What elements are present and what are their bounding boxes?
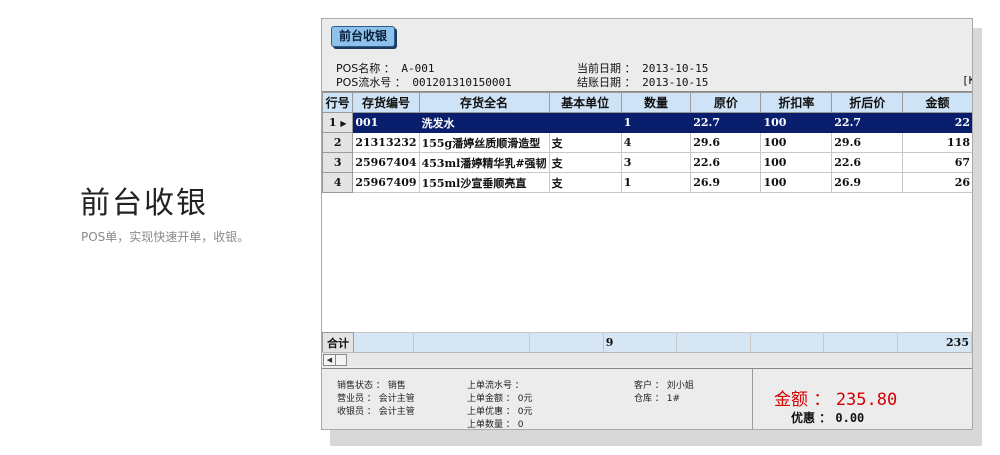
totals-empty	[823, 332, 898, 353]
settle-date-value: 2013-10-15	[642, 76, 709, 89]
cell-code[interactable]: 25967404	[352, 152, 420, 173]
header-price[interactable]: 原价	[690, 92, 762, 113]
right-marker: [K	[962, 74, 972, 87]
totals-qty: 9	[602, 332, 678, 353]
cashier: 收银员 ： 会计主管	[337, 407, 415, 417]
cell-discounted-price[interactable]: 29.6	[831, 132, 904, 153]
footer-panel: 销售状态 ： 销售 营业员 ： 会计主管 收银员 ： 会计主管 上单流水号 ： …	[322, 368, 972, 430]
row-number[interactable]: 2	[322, 132, 354, 153]
totals-empty	[749, 332, 825, 353]
row-number[interactable]: 3	[322, 152, 354, 173]
cell-amount[interactable]: 26	[902, 172, 972, 193]
cell-price[interactable]: 22.6	[690, 152, 762, 173]
cell-name[interactable]: 洗发水	[418, 112, 550, 133]
totals-table: 合计 9 235	[322, 332, 972, 353]
header-unit[interactable]: 基本单位	[548, 92, 622, 113]
footer-divider	[752, 369, 753, 429]
totals-empty	[412, 332, 531, 353]
totals-row: 合计 9 235	[322, 332, 972, 353]
table-row[interactable]: 3 25967404 453ml潘婷精华乳#强韧 支 3 22.6 100 22…	[322, 152, 972, 173]
amount-label: 金额 ：	[774, 390, 831, 410]
cell-discounted-price[interactable]: 22.6	[831, 152, 904, 173]
cell-name[interactable]: 155ml沙宣垂顺亮直	[418, 172, 550, 193]
customer: 客户 ： 刘小姐	[634, 381, 694, 391]
cell-code[interactable]: 001	[352, 112, 420, 133]
last-qty: 上单数量 ： 0	[467, 420, 524, 430]
horizontal-scrollbar[interactable]: ◀	[322, 352, 972, 366]
settle-date-label: 结账日期 ：	[577, 76, 636, 89]
header-discount-rate[interactable]: 折扣率	[760, 92, 833, 113]
cell-amount[interactable]: 67	[902, 152, 972, 173]
totals-empty	[676, 332, 751, 353]
discount-display: 优惠 ： 0.00	[791, 409, 864, 426]
cell-price[interactable]: 26.9	[690, 172, 762, 193]
cell-name[interactable]: 155g潘婷丝质顺滑造型	[418, 132, 550, 153]
sales-status: 销售状态 ： 销售	[337, 381, 406, 391]
cell-unit[interactable]: 支	[548, 172, 622, 193]
discount-label: 优惠 ：	[791, 411, 832, 425]
cell-discount-rate[interactable]: 100	[760, 132, 833, 153]
cell-code[interactable]: 21313232	[352, 132, 420, 153]
pos-serial-row: POS流水号 ： 001201310150001	[336, 74, 512, 90]
cell-unit[interactable]: 支	[548, 132, 622, 153]
front-desk-cashier-tab[interactable]: 前台收银	[331, 26, 395, 47]
totals-label: 合计	[322, 332, 354, 353]
header-row-no[interactable]: 行号	[322, 92, 354, 113]
header-qty[interactable]: 数量	[620, 92, 692, 113]
table-row[interactable]: 2 21313232 155g潘婷丝质顺滑造型 支 4 29.6 100 29.…	[322, 132, 972, 153]
cell-discount-rate[interactable]: 100	[760, 172, 833, 193]
intro-title: 前台收银	[80, 186, 208, 221]
selected-row-arrow-icon: ▶	[340, 118, 347, 128]
pos-serial-value: 001201310150001	[412, 76, 512, 89]
scroll-thumb[interactable]	[335, 354, 347, 366]
cell-qty[interactable]: 4	[620, 132, 692, 153]
cell-unit[interactable]	[548, 112, 622, 133]
cell-amount[interactable]: 22	[902, 112, 972, 133]
salesperson: 营业员 ： 会计主管	[337, 394, 415, 404]
pos-serial-label: POS流水号 ：	[336, 76, 406, 89]
last-serial: 上单流水号 ：	[467, 381, 524, 391]
cell-code[interactable]: 25967409	[352, 172, 420, 193]
discount-value: 0.00	[835, 411, 865, 425]
cell-qty[interactable]: 3	[620, 152, 692, 173]
header-code[interactable]: 存货编号	[352, 92, 420, 113]
last-amount: 上单金额 ： 0元	[467, 394, 533, 404]
cell-name[interactable]: 453ml潘婷精华乳#强韧	[418, 152, 550, 173]
cell-qty[interactable]: 1	[620, 172, 692, 193]
header-name[interactable]: 存货全名	[418, 92, 550, 113]
items-table: 行号 存货编号 存货全名 基本单位 数量 原价 折扣率 折后价 金额 1 ▶ 0…	[322, 92, 972, 193]
cell-discount-rate[interactable]: 100	[760, 112, 833, 133]
items-grid: 行号 存货编号 存货全名 基本单位 数量 原价 折扣率 折后价 金额 1 ▶ 0…	[322, 91, 972, 354]
warehouse: 仓库 ： 1#	[634, 394, 680, 404]
cell-qty[interactable]: 1	[620, 112, 692, 133]
totals-empty	[529, 332, 604, 353]
amount-value: 235.80	[835, 390, 898, 410]
row-number[interactable]: 4	[322, 172, 354, 193]
table-header-row: 行号 存货编号 存货全名 基本单位 数量 原价 折扣率 折后价 金额	[322, 92, 972, 113]
amount-display: 金额 ： 235.80	[774, 385, 897, 410]
cell-discounted-price[interactable]: 22.7	[831, 112, 904, 133]
cell-price[interactable]: 29.6	[690, 132, 762, 153]
cell-price[interactable]: 22.7	[690, 112, 762, 133]
totals-amount: 235	[896, 332, 972, 353]
cell-unit[interactable]: 支	[548, 152, 622, 173]
cell-discount-rate[interactable]: 100	[760, 152, 833, 173]
header-discounted-price[interactable]: 折后价	[831, 92, 904, 113]
header-amount[interactable]: 金额	[902, 92, 972, 113]
last-discount: 上单优惠 ： 0元	[467, 407, 533, 417]
row-number[interactable]: 1 ▶	[322, 112, 354, 133]
cell-discounted-price[interactable]: 26.9	[831, 172, 904, 193]
pos-window: 前台收银 POS名称 ： A-001 POS流水号 ： 001201310150…	[321, 18, 973, 430]
totals-empty	[352, 332, 414, 353]
intro-description: POS单，实现快速开单，收银。	[81, 230, 250, 244]
table-row[interactable]: 4 25967409 155ml沙宣垂顺亮直 支 1 26.9 100 26.9…	[322, 172, 972, 193]
table-row[interactable]: 1 ▶ 001 洗发水 1 22.7 100 22.7 22	[322, 112, 972, 133]
settle-date-row: 结账日期 ： 2013-10-15	[577, 74, 708, 90]
cell-amount[interactable]: 118	[902, 132, 972, 153]
